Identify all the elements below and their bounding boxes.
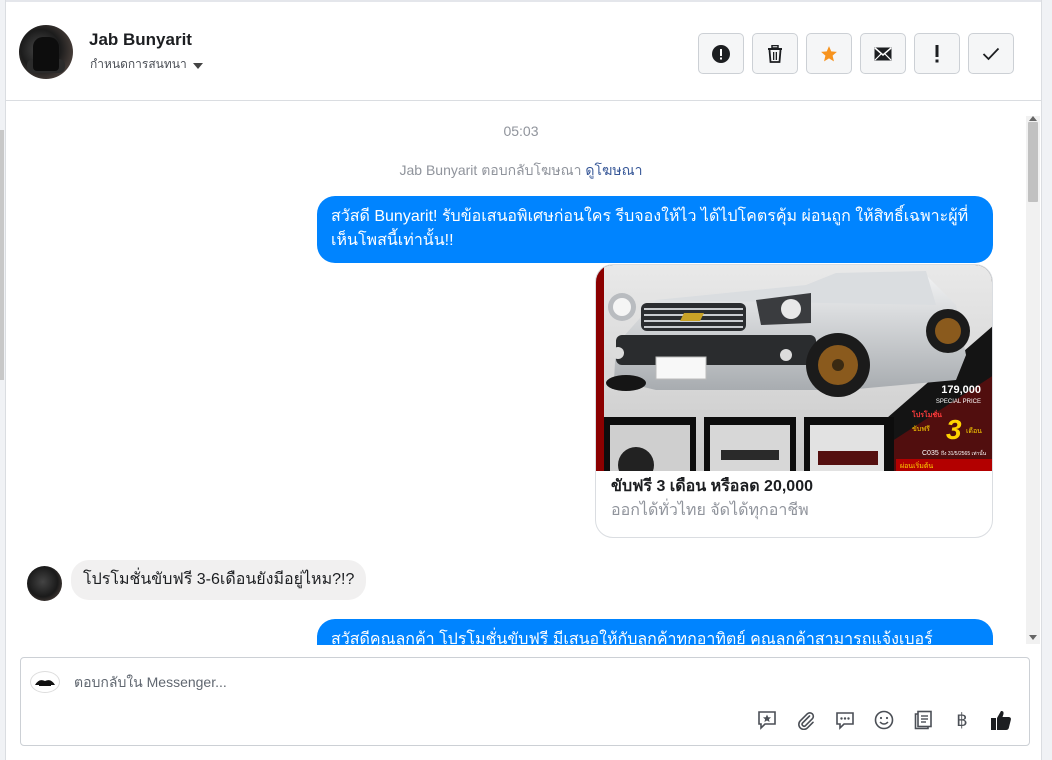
ad-card-title: ขับฟรี 3 เดือน หรือลด 20,000 xyxy=(611,478,813,495)
car-ad-image: 179,000 SPECIAL PRICE โปรโมชั่น ขับฟรี 3… xyxy=(596,265,992,471)
baht-icon: ฿ xyxy=(956,709,968,731)
delete-button[interactable] xyxy=(752,33,798,74)
conversation-panel: Jab Bunyarit กำหนดการสนทนา 05:03 Jab Bun… xyxy=(5,0,1042,760)
ad-card[interactable]: 179,000 SPECIAL PRICE โปรโมชั่น ขับฟรี 3… xyxy=(595,264,993,538)
assign-label: กำหนดการสนทนา xyxy=(90,57,187,71)
avatar[interactable] xyxy=(19,25,73,79)
page-logo-icon xyxy=(35,680,55,686)
outgoing-message-2[interactable]: สวัสดีคุณลูกค้า โปรโมชั่นขับฟรี มีเสนอให… xyxy=(317,619,993,645)
payment-button[interactable]: ฿ xyxy=(950,708,974,732)
ad-card-subtitle: ออกได้ทั่วไทย จัดได้ทุกอาชีพ xyxy=(611,502,809,519)
like-icon xyxy=(991,710,1011,730)
ad-image[interactable]: 179,000 SPECIAL PRICE โปรโมชั่น ขับฟรี 3… xyxy=(596,265,992,471)
quick-reply-button[interactable] xyxy=(833,708,857,732)
assign-conversation-dropdown[interactable]: กำหนดการสนทนา xyxy=(90,55,203,74)
ad-promo-num: 3 xyxy=(946,414,962,445)
ad-reply-note: Jab Bunyarit ตอบกลับโฆษณา ดูโฆษณา xyxy=(6,160,1036,182)
ad-promo-unit: เดือน xyxy=(966,427,982,435)
star-icon xyxy=(821,45,837,61)
header-actions xyxy=(698,33,1014,74)
ad-price-text: 179,000 xyxy=(941,384,981,396)
follow-up-button[interactable] xyxy=(914,33,960,74)
like-button[interactable] xyxy=(989,708,1013,732)
notes-button[interactable] xyxy=(911,708,935,732)
reply-composer: ฿ xyxy=(20,657,1030,746)
ad-promo-line2: ขับฟรี xyxy=(912,425,930,433)
mark-done-button[interactable] xyxy=(968,33,1014,74)
mark-unread-button[interactable] xyxy=(860,33,906,74)
message-scrollbar-thumb[interactable] xyxy=(1028,122,1038,202)
right-gutter xyxy=(1042,0,1052,760)
emoji-icon xyxy=(874,710,894,730)
trash-icon xyxy=(768,44,782,63)
exclamation-icon xyxy=(935,44,939,62)
mark-spam-button[interactable] xyxy=(698,33,744,74)
ad-tag: ผ่อนเริ่มต้น xyxy=(900,461,933,470)
left-scrollbar-thumb[interactable] xyxy=(0,130,4,380)
avatar-figure xyxy=(33,37,59,71)
scroll-down-arrow-icon[interactable] xyxy=(1029,635,1037,640)
scroll-up-arrow-icon[interactable] xyxy=(1029,116,1037,121)
timestamp: 05:03 xyxy=(503,123,539,139)
attach-button[interactable] xyxy=(794,708,818,732)
ad-reply-text: Jab Bunyarit ตอบกลับโฆษณา xyxy=(399,162,582,178)
envelope-icon xyxy=(874,46,892,60)
reply-input[interactable] xyxy=(74,674,774,690)
outgoing-message[interactable]: สวัสดี Bunyarit! รับข้อเสนอพิเศษก่อนใคร … xyxy=(317,196,993,263)
incoming-message[interactable]: โปรโมชั่นขับฟรี 3-6เดือนยังมีอยู่ไหม?!? xyxy=(71,560,367,600)
conversation-header: Jab Bunyarit กำหนดการสนทนา xyxy=(6,0,1041,101)
notes-icon xyxy=(914,710,932,730)
contact-name[interactable]: Jab Bunyarit xyxy=(89,30,192,50)
chat-icon xyxy=(836,712,854,730)
saved-reply-icon xyxy=(758,711,776,730)
check-icon xyxy=(982,47,1000,60)
contact-avatar-small xyxy=(27,566,62,601)
message-list: 05:03 Jab Bunyarit ตอบกลับโฆษณา ดูโฆษณา … xyxy=(6,101,1041,645)
view-ad-link[interactable]: ดูโฆษณา xyxy=(585,162,642,178)
star-button[interactable] xyxy=(806,33,852,74)
chevron-down-icon xyxy=(192,62,203,69)
ad-code: C035 xyxy=(922,450,939,457)
message-scrollbar[interactable] xyxy=(1026,116,1040,644)
attach-icon xyxy=(798,711,815,730)
ad-special-text: SPECIAL PRICE xyxy=(936,399,981,405)
saved-reply-button[interactable] xyxy=(755,708,779,732)
emoji-button[interactable] xyxy=(872,708,896,732)
alert-circle-icon xyxy=(712,44,730,63)
page-avatar xyxy=(30,671,60,693)
composer-tools: ฿ xyxy=(755,708,1013,732)
